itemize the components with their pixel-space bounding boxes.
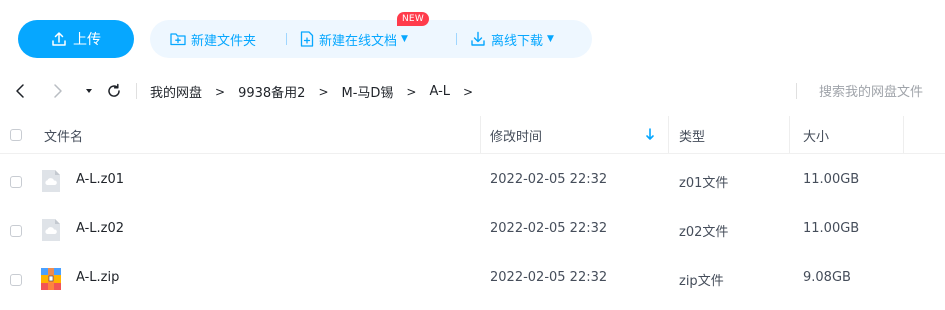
cloud-file-icon [42, 170, 60, 192]
upload-label: 上传 [73, 32, 101, 48]
refresh-icon[interactable] [106, 81, 122, 101]
table-header: 文件名 修改时间 类型 大小 [0, 116, 945, 154]
table-row[interactable]: A-L.z01 2022-02-05 22:32 z01文件 11.00GB [0, 156, 945, 208]
file-type: z01文件 [679, 176, 729, 191]
modified-time: 2022-02-05 22:32 [490, 270, 608, 285]
download-icon [471, 31, 485, 46]
nav-divider [136, 83, 137, 99]
breadcrumb-item[interactable]: M-马D锡 [342, 82, 394, 101]
action-bar: 新建文件夹 新建在线文档 ▼ NEW 离线下载 ▼ [150, 12, 592, 58]
back-arrow-icon[interactable] [14, 81, 28, 101]
modified-time: 2022-02-05 22:32 [490, 172, 608, 187]
new-folder-icon [170, 33, 186, 46]
file-type: zip文件 [679, 274, 724, 289]
sort-descending-icon[interactable] [645, 128, 655, 142]
new-folder-button[interactable]: 新建文件夹 [170, 30, 256, 49]
column-divider [480, 116, 481, 153]
toolbar-divider [286, 33, 287, 45]
breadcrumb: 我的网盘 > 9938备用2 > M-马D锡 > A-L > [150, 82, 486, 101]
column-divider [789, 116, 790, 153]
breadcrumb-separator: > [463, 84, 474, 99]
forward-arrow-icon[interactable] [50, 81, 64, 101]
new-online-doc-button[interactable]: 新建在线文档 ▼ [300, 30, 408, 49]
new-badge: NEW [397, 12, 429, 26]
row-checkbox[interactable] [10, 274, 22, 286]
history-dropdown-icon[interactable] [84, 81, 94, 101]
file-size: 11.00GB [803, 172, 860, 187]
row-checkbox[interactable] [10, 225, 22, 237]
column-header-size[interactable]: 大小 [803, 126, 829, 145]
column-header-modified[interactable]: 修改时间 [490, 126, 542, 145]
offline-download-button[interactable]: 离线下载 ▼ [470, 30, 554, 49]
breadcrumb-separator: > [406, 84, 417, 99]
new-folder-label: 新建文件夹 [191, 33, 257, 49]
toolbar-divider [456, 33, 457, 45]
upload-button[interactable]: 上传 [18, 20, 134, 58]
zip-archive-icon [41, 268, 61, 290]
column-header-type[interactable]: 类型 [679, 126, 705, 145]
cloud-file-icon [42, 219, 60, 241]
dropdown-caret-icon: ▼ [547, 34, 554, 44]
breadcrumb-item[interactable]: 9938备用2 [238, 82, 305, 101]
breadcrumb-separator: > [215, 84, 226, 99]
dropdown-caret-icon: ▼ [401, 34, 408, 44]
column-divider [903, 116, 904, 153]
offline-download-label: 离线下载 [491, 33, 544, 49]
search-input[interactable] [803, 78, 945, 104]
column-divider [668, 116, 669, 153]
file-name[interactable]: A-L.zip [76, 270, 119, 285]
breadcrumb-separator: > [318, 84, 329, 99]
breadcrumb-item[interactable]: 我的网盘 [150, 82, 202, 101]
new-online-doc-label: 新建在线文档 [319, 33, 398, 49]
breadcrumb-item[interactable]: A-L [429, 84, 450, 99]
online-doc-icon [300, 31, 314, 47]
table-row[interactable]: A-L.z02 2022-02-05 22:32 z02文件 11.00GB [0, 205, 945, 257]
file-name[interactable]: A-L.z02 [76, 221, 124, 236]
file-size: 11.00GB [803, 221, 860, 236]
modified-time: 2022-02-05 22:32 [490, 221, 608, 236]
file-type: z02文件 [679, 225, 729, 240]
table-row[interactable]: A-L.zip 2022-02-05 22:32 zip文件 9.08GB [0, 254, 945, 306]
search-divider [796, 83, 797, 99]
column-header-name[interactable]: 文件名 [44, 126, 83, 145]
upload-icon [52, 32, 66, 46]
file-name[interactable]: A-L.z01 [76, 172, 124, 187]
row-checkbox[interactable] [10, 176, 22, 188]
file-size: 9.08GB [803, 270, 851, 285]
navigation-bar: 我的网盘 > 9938备用2 > M-马D锡 > A-L > [0, 78, 945, 104]
select-all-checkbox[interactable] [10, 129, 22, 141]
